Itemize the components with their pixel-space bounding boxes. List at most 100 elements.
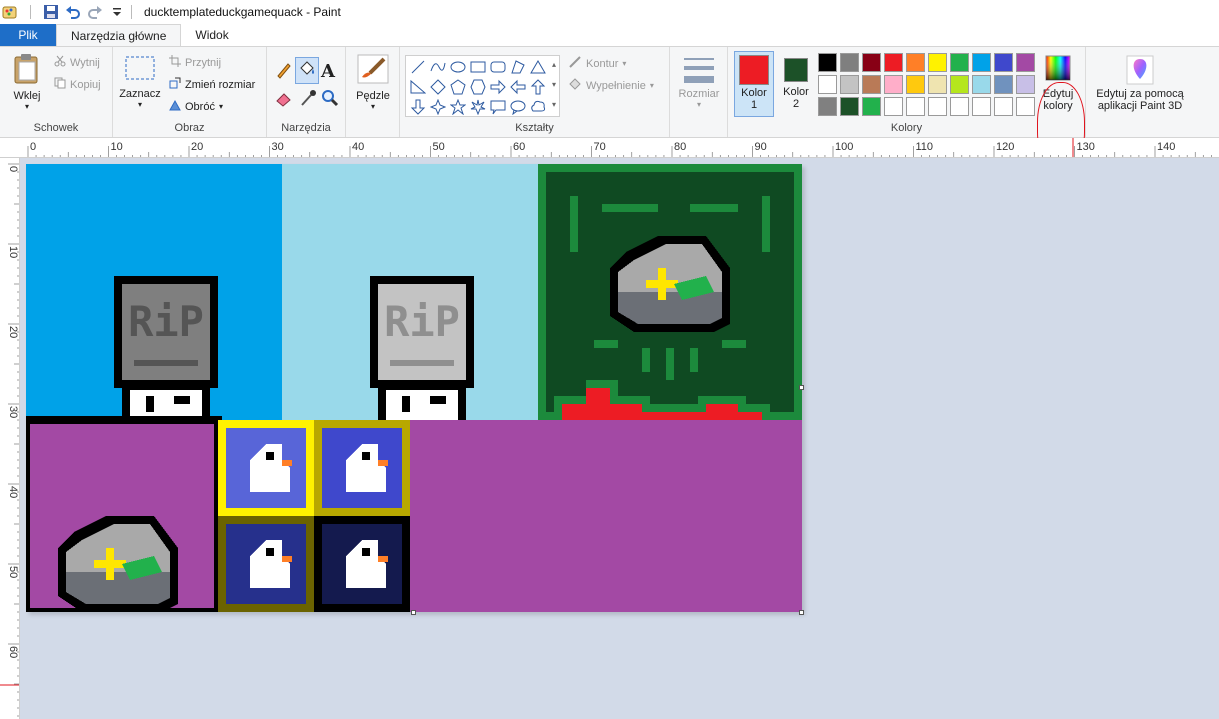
tab-home[interactable]: Narzędzia główne [56, 24, 182, 46]
palette-swatch[interactable] [906, 75, 925, 94]
resize-button[interactable]: Zmień rozmiar [169, 77, 255, 92]
palette-swatch[interactable] [972, 75, 991, 94]
tombstone-text: RiP [128, 297, 204, 346]
palette-swatch[interactable] [840, 97, 859, 116]
shape-option[interactable] [408, 97, 428, 117]
shape-option[interactable] [488, 97, 508, 117]
cut-button[interactable]: Wytnij [54, 55, 100, 70]
palette-swatch[interactable] [950, 53, 969, 72]
paint3d-label: Edytuj za pomocą [1096, 88, 1184, 100]
palette-swatch[interactable] [884, 97, 903, 116]
shape-option[interactable] [508, 97, 528, 117]
undo-icon[interactable] [65, 4, 81, 20]
palette-swatch[interactable] [928, 75, 947, 94]
palette-swatch[interactable] [884, 53, 903, 72]
paste-button[interactable]: Wklej ▾ [6, 53, 48, 111]
ruler-top-label: 100 [835, 141, 853, 153]
shape-option[interactable] [428, 97, 448, 117]
resize-handle-corner[interactable] [799, 610, 804, 615]
shape-option[interactable] [408, 57, 428, 77]
ruler-top-label: 60 [513, 141, 525, 153]
palette-swatch[interactable] [862, 53, 881, 72]
copy-button[interactable]: Kopiuj [54, 77, 101, 92]
ruler-top-label: 120 [996, 141, 1014, 153]
shapes-scroll[interactable]: ▴ ▾ ▾ [552, 55, 560, 117]
tombstone-light: RiP [370, 276, 474, 420]
shape-option[interactable] [508, 57, 528, 77]
palette-swatch[interactable] [818, 97, 837, 116]
palette-swatch[interactable] [1016, 97, 1035, 116]
tab-file[interactable]: Plik [0, 24, 56, 46]
resize-handle-bottom[interactable] [411, 610, 416, 615]
palette-swatch[interactable] [818, 75, 837, 94]
palette-swatch[interactable] [994, 53, 1013, 72]
clipboard-group: Wklej ▾ Wytnij Kopiuj Schowek [0, 47, 113, 137]
pencil-icon[interactable] [275, 61, 293, 82]
palette-swatch[interactable] [994, 97, 1013, 116]
resize-handle-right[interactable] [799, 385, 804, 390]
magnifier-icon[interactable] [321, 89, 339, 110]
shape-option[interactable] [468, 77, 488, 97]
shapes-gallery[interactable] [405, 55, 560, 117]
brushes-button[interactable]: Pędzle ▾ [352, 53, 394, 111]
shape-option[interactable] [468, 97, 488, 117]
text-tool-icon[interactable]: A [321, 61, 335, 82]
palette-swatch[interactable] [818, 53, 837, 72]
paint3d-button[interactable]: Edytuj za pomocą aplikacji Paint 3D [1090, 55, 1190, 112]
tombstone-dark: RiP [114, 276, 218, 420]
shape-option[interactable] [468, 57, 488, 77]
palette-swatch[interactable] [928, 53, 947, 72]
palette-swatch[interactable] [840, 75, 859, 94]
select-button[interactable]: Zaznacz ▾ [119, 55, 161, 109]
shape-option[interactable] [428, 77, 448, 97]
ruler-top-label: 30 [272, 141, 284, 153]
shape-option[interactable] [428, 57, 448, 77]
shape-option[interactable] [528, 77, 548, 97]
palette-swatch[interactable] [862, 75, 881, 94]
palette-swatch[interactable] [1016, 53, 1035, 72]
shape-option[interactable] [448, 77, 468, 97]
redo-icon[interactable] [87, 4, 103, 20]
brush-icon [356, 53, 390, 88]
edit-colors-button[interactable]: Edytuj kolory [1040, 55, 1076, 112]
size-button[interactable]: Rozmiar ▾ [678, 55, 720, 109]
palette-swatch[interactable] [840, 53, 859, 72]
palette-swatch[interactable] [950, 97, 969, 116]
outline-button[interactable]: Kontur ▾ [568, 55, 626, 72]
palette-swatch[interactable] [1016, 75, 1035, 94]
palette-swatch[interactable] [928, 97, 947, 116]
palette-swatch[interactable] [994, 75, 1013, 94]
drawing-canvas[interactable]: RiP RiP [22, 164, 802, 616]
color1-number: 1 [750, 99, 758, 111]
palette-swatch[interactable] [950, 75, 969, 94]
shape-option[interactable] [528, 97, 548, 117]
fill-bucket-icon[interactable] [295, 57, 319, 84]
fill-button[interactable]: Wypełnienie ▾ [568, 77, 654, 94]
shape-option[interactable] [448, 57, 468, 77]
shape-option[interactable] [488, 77, 508, 97]
shape-option[interactable] [448, 97, 468, 117]
color-picker-icon[interactable] [299, 89, 317, 110]
save-icon[interactable] [43, 4, 59, 20]
rotate-button[interactable]: Obróć ▾ [169, 99, 223, 114]
palette-swatch[interactable] [972, 53, 991, 72]
color1-button[interactable]: Kolor 1 [734, 51, 774, 117]
palette-swatch[interactable] [884, 75, 903, 94]
color-spectrum-icon [1045, 55, 1071, 84]
palette-swatch[interactable] [862, 97, 881, 116]
palette-swatch[interactable] [906, 53, 925, 72]
ruler-top-label: 80 [674, 141, 686, 153]
palette-swatch[interactable] [972, 97, 991, 116]
crop-button[interactable]: Przytnij [169, 55, 221, 70]
dropdown-icon[interactable] [109, 4, 125, 20]
shape-option[interactable] [488, 57, 508, 77]
horizontal-ruler: 0 10 20 30 40 50 60 70 80 90 100 110 120 130 140 [0, 138, 1219, 158]
paint-app-icon[interactable] [2, 4, 18, 20]
palette-swatch[interactable] [906, 97, 925, 116]
eraser-icon[interactable] [275, 89, 293, 110]
color2-button[interactable]: Kolor 2 [778, 51, 814, 117]
shape-option[interactable] [408, 77, 428, 97]
shape-option[interactable] [528, 57, 548, 77]
shape-option[interactable] [508, 77, 528, 97]
tab-view[interactable]: Widok [181, 24, 242, 46]
